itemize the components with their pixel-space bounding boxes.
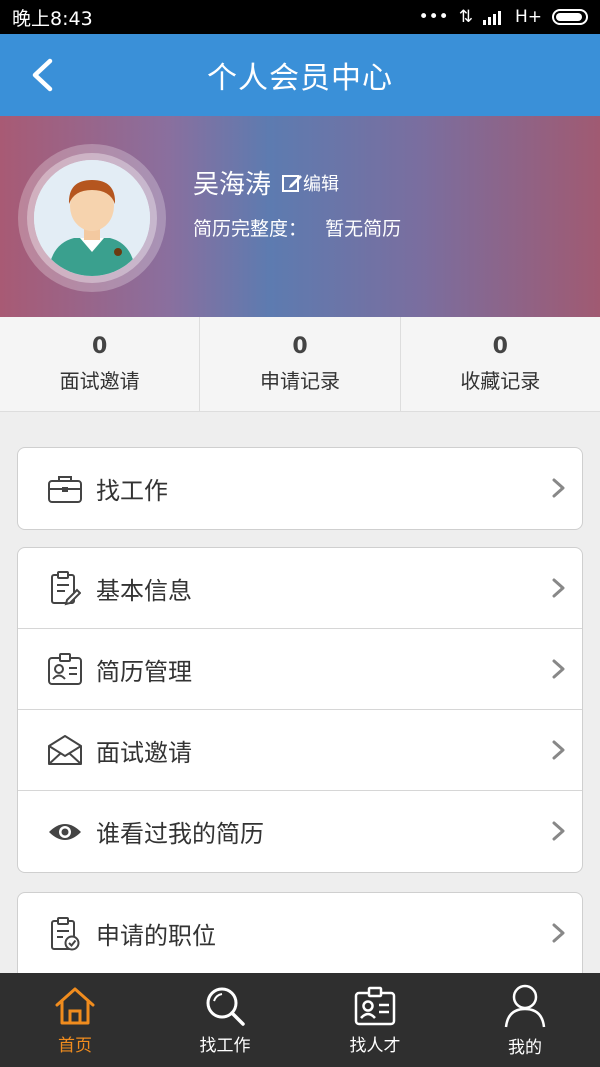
battery-icon: [552, 9, 588, 25]
resume-completeness-value: 暂无简历: [325, 218, 402, 240]
resume-completeness-label: 简历完整度：: [193, 218, 308, 240]
edit-icon: [282, 174, 303, 192]
search-icon: [206, 987, 245, 1026]
tab-label: 首页: [58, 1035, 92, 1056]
network-type: H+: [514, 7, 542, 27]
avatar[interactable]: [34, 160, 150, 276]
app-header: 个人会员中心: [0, 34, 600, 116]
find-job-card: 找工作: [17, 447, 583, 530]
user-name: 吴海涛: [193, 170, 272, 200]
eye-icon: [46, 813, 84, 851]
chevron-right-icon: [552, 923, 565, 943]
tab-label: 找工作: [199, 1035, 251, 1056]
resume-completeness: 简历完整度： 暂无简历: [193, 214, 401, 241]
stat-label: 面试邀请: [59, 369, 140, 393]
status-bar: 晚上8:43 ••• ⇅ H+: [0, 0, 600, 34]
clipboard-edit-icon: [46, 569, 84, 607]
stat-label: 收藏记录: [460, 369, 541, 393]
bottom-tab-bar: 首页 找工作 找人才 我的: [0, 973, 600, 1067]
chevron-right-icon: [552, 478, 565, 498]
stat-label: 申请记录: [259, 369, 340, 393]
person-icon: [504, 984, 546, 1027]
profile-banner: 吴海涛 编辑 简历完整度： 暂无简历: [0, 116, 600, 317]
id-card-icon: [354, 986, 396, 1025]
stat-count: 0: [492, 334, 508, 359]
tab-label: 找人才: [349, 1035, 401, 1056]
stat-count: 0: [292, 334, 308, 359]
menu-item-label: 面试邀请: [96, 738, 192, 767]
chevron-right-icon: [552, 821, 565, 841]
tab-home[interactable]: 首页: [0, 973, 150, 1067]
avatar-ring: [18, 144, 166, 292]
edit-label: 编辑: [303, 173, 340, 195]
dots-icon: •••: [418, 7, 449, 27]
menu-item-interview-invites[interactable]: 面试邀请: [18, 710, 582, 791]
chevron-left-icon: [32, 58, 53, 92]
menu-item-label: 找工作: [96, 477, 168, 505]
menu-item-who-viewed-resume[interactable]: 谁看过我的简历: [18, 791, 582, 872]
tab-mine[interactable]: 我的: [450, 973, 600, 1067]
stat-application-records[interactable]: 0 申请记录: [200, 317, 401, 411]
tab-find-talent[interactable]: 找人才: [300, 973, 450, 1067]
menu-item-basic-info[interactable]: 基本信息: [18, 548, 582, 629]
tab-label: 我的: [508, 1037, 542, 1058]
home-icon: [55, 987, 95, 1024]
chevron-right-icon: [552, 740, 565, 760]
status-icons: ••• ⇅ H+: [419, 7, 588, 27]
menu-item-label: 谁看过我的简历: [96, 820, 264, 848]
tab-find-job[interactable]: 找工作: [150, 973, 300, 1067]
stat-favorite-records[interactable]: 0 收藏记录: [401, 317, 600, 411]
id-badge-icon: [46, 650, 84, 688]
menu-item-label: 简历管理: [96, 657, 192, 686]
menu-item-resume-management[interactable]: 简历管理: [18, 629, 582, 710]
briefcase-icon: [46, 470, 84, 508]
menu-item-label: 基本信息: [96, 576, 192, 605]
menu-item-applied-positions[interactable]: 申请的职位: [18, 893, 582, 974]
menu-item-find-job[interactable]: 找工作: [18, 448, 582, 529]
resume-menu-card: 基本信息 简历管理 面试邀请 谁看过我的简历: [17, 547, 583, 873]
page-title: 个人会员中心: [207, 61, 393, 96]
signal-icon: [482, 11, 501, 25]
back-button[interactable]: [22, 52, 62, 98]
chevron-right-icon: [552, 578, 565, 598]
avatar-illustration: [34, 160, 150, 276]
stat-interview-invites[interactable]: 0 面试邀请: [0, 317, 201, 411]
stat-count: 0: [92, 334, 108, 359]
data-transfer-icon: ⇅: [458, 7, 473, 27]
clipboard-check-icon: [46, 915, 84, 953]
stats-bar: 0 面试邀请 0 申请记录 0 收藏记录: [0, 317, 600, 412]
edit-profile-button[interactable]: 编辑: [281, 170, 339, 196]
menu-item-label: 申请的职位: [96, 922, 216, 950]
envelope-icon: [46, 731, 84, 769]
status-time: 晚上8:43: [12, 7, 93, 30]
chevron-right-icon: [552, 659, 565, 679]
